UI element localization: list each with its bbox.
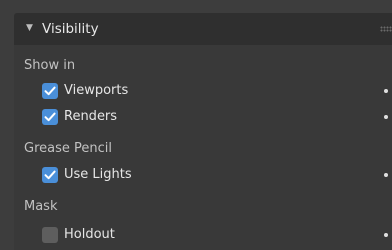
- keyframe-dot-icon[interactable]: [384, 115, 388, 119]
- section-label-mask: Mask: [24, 199, 58, 214]
- properties-panel: ▼ Visibility Show in Viewports Renders G…: [0, 0, 392, 250]
- panel-title: Visibility: [42, 21, 99, 37]
- section-label-show-in: Show in: [24, 58, 76, 73]
- checkbox-row-holdout[interactable]: Holdout: [42, 225, 388, 245]
- holdout-checkbox[interactable]: [42, 227, 58, 243]
- keyframe-dot-icon[interactable]: [384, 233, 388, 237]
- renders-label: Renders: [64, 109, 118, 124]
- use-lights-checkbox[interactable]: [42, 167, 58, 183]
- keyframe-dot-icon[interactable]: [384, 173, 388, 177]
- viewports-checkbox[interactable]: [42, 83, 58, 99]
- keyframe-dot-icon[interactable]: [384, 89, 388, 93]
- checkbox-row-viewports[interactable]: Viewports: [42, 81, 388, 101]
- use-lights-label: Use Lights: [64, 167, 132, 182]
- drag-grip-icon[interactable]: [380, 26, 392, 32]
- checkbox-row-renders[interactable]: Renders: [42, 107, 388, 127]
- checkbox-row-use-lights[interactable]: Use Lights: [42, 165, 388, 185]
- section-label-grease-pencil: Grease Pencil: [24, 141, 112, 156]
- visibility-panel-body: Show in Viewports Renders Grease Pencil: [14, 45, 392, 250]
- visibility-panel-header[interactable]: ▼ Visibility: [14, 13, 392, 45]
- viewports-label: Viewports: [64, 83, 129, 98]
- holdout-label: Holdout: [64, 227, 115, 242]
- expand-triangle-icon[interactable]: ▼: [26, 20, 33, 36]
- checkmark-icon: [44, 112, 56, 122]
- renders-checkbox[interactable]: [42, 109, 58, 125]
- checkmark-icon: [44, 86, 56, 96]
- checkmark-icon: [44, 170, 56, 180]
